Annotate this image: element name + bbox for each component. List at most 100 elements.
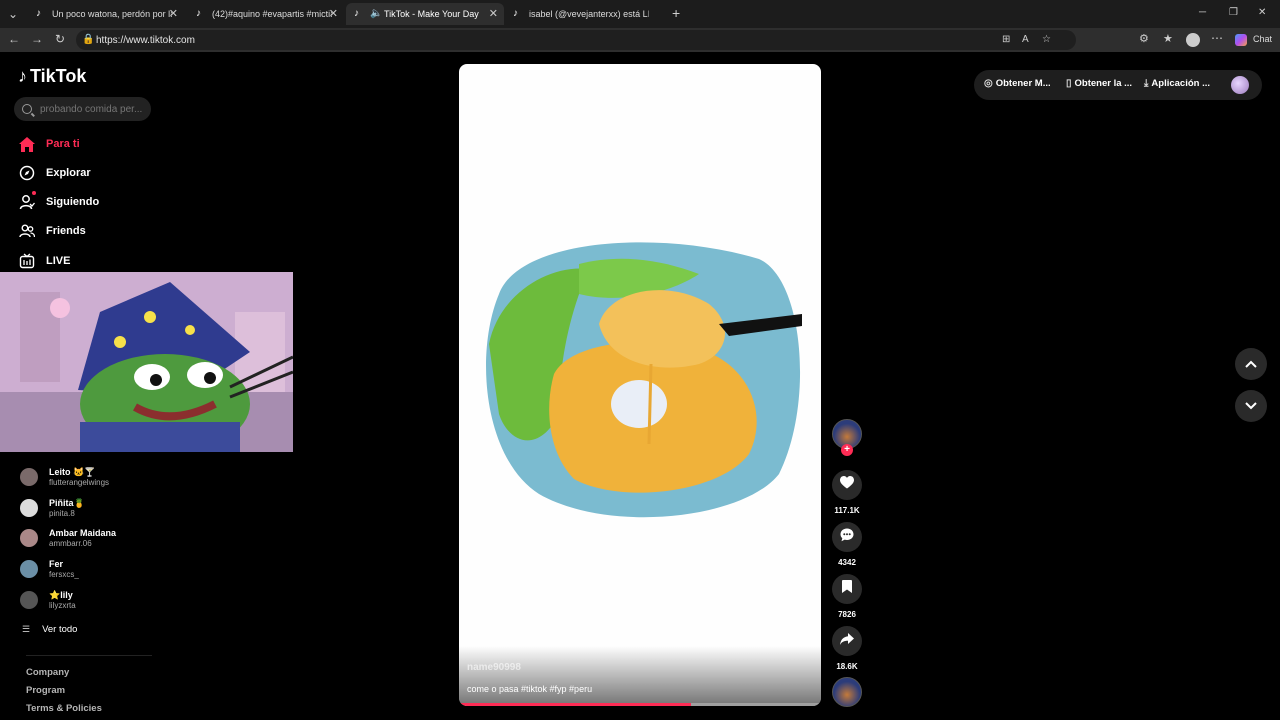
- minimize-icon[interactable]: ─: [1199, 7, 1206, 19]
- avatar: [20, 591, 38, 609]
- video-caption-shade: [459, 646, 821, 706]
- home-icon: [18, 135, 36, 153]
- share-button[interactable]: [832, 626, 862, 656]
- nav-explorar[interactable]: Explorar: [18, 163, 91, 183]
- copilot-icon[interactable]: [1235, 34, 1247, 46]
- account-name: Fer: [49, 558, 64, 569]
- like-count: 117.1K: [834, 506, 860, 515]
- following-account[interactable]: Ambar Maidana ammbarr.06: [20, 525, 116, 551]
- tiktok-icon: ♪: [354, 8, 359, 19]
- comment-count: 4342: [838, 558, 856, 567]
- nav-label: Siguiendo: [46, 196, 100, 208]
- music-disc[interactable]: [832, 677, 862, 707]
- footer-company-link[interactable]: Company: [26, 667, 69, 678]
- search-bar[interactable]: [14, 97, 151, 121]
- get-coins-label: Obtener M...: [995, 78, 1051, 89]
- close-icon[interactable]: ✕: [169, 7, 178, 20]
- compass-icon: [18, 164, 36, 182]
- comment-button[interactable]: [832, 522, 862, 552]
- following-icon: [18, 193, 36, 211]
- close-window-icon[interactable]: ✕: [1258, 7, 1266, 19]
- see-all-label: Ver todo: [42, 624, 78, 635]
- download-icon: ⤓: [1144, 78, 1149, 89]
- more-menu-icon[interactable]: ⋯: [1211, 32, 1223, 44]
- new-tab-icon[interactable]: +: [672, 6, 680, 20]
- next-video-button[interactable]: [1235, 390, 1267, 422]
- friends-icon: [18, 222, 36, 240]
- account-handle: flutterangelwings: [49, 477, 110, 487]
- chevron-up-icon: [1245, 355, 1257, 373]
- streamer-avatar-image: [0, 272, 293, 452]
- profile-avatar[interactable]: [1186, 33, 1200, 47]
- video-player[interactable]: name90998 come o pasa #tiktok #fyp #peru: [459, 64, 821, 706]
- forward-icon[interactable]: →: [31, 33, 43, 45]
- browser-tab-2[interactable]: ♪ (42)#aquino #evapartis #mictia00 ✕: [188, 3, 344, 25]
- tab-title: isabel (@vevejanterxx) está LIVE: T: [529, 9, 649, 19]
- account-handle: lilyzxrta: [49, 600, 76, 610]
- save-count: 7826: [838, 610, 856, 619]
- tiktok-icon: ♪: [196, 8, 201, 19]
- account-name: Leito 🐱🍸: [49, 466, 96, 477]
- get-app-button[interactable]: ▯ Obtener la ...: [1066, 78, 1132, 89]
- avatar: [20, 560, 38, 578]
- tab-list-icon[interactable]: ⌄: [8, 8, 18, 20]
- notification-dot: [32, 191, 36, 195]
- chat-button[interactable]: Chat: [1253, 34, 1272, 44]
- get-coins-button[interactable]: ◎ Obtener M...: [984, 78, 1051, 89]
- user-profile-avatar[interactable]: [1231, 76, 1249, 94]
- back-icon[interactable]: ←: [8, 33, 20, 45]
- follow-plus-button[interactable]: +: [841, 444, 853, 456]
- lock-icon[interactable]: 🔒: [82, 34, 94, 46]
- restore-icon[interactable]: ❐: [1229, 7, 1238, 19]
- favorite-star-icon[interactable]: ☆: [1042, 34, 1051, 46]
- url-text: https://www.tiktok.com: [96, 34, 195, 46]
- account-name: Piñita🍍: [49, 497, 85, 508]
- nav-friends[interactable]: Friends: [18, 221, 86, 241]
- following-account[interactable]: ⭐lily lilyzxrta: [20, 587, 76, 613]
- apps-icon[interactable]: ⊞: [1002, 34, 1010, 46]
- footer-program-link[interactable]: Program: [26, 685, 65, 696]
- refresh-icon[interactable]: ↻: [55, 33, 65, 45]
- live-icon: [18, 252, 36, 270]
- browser-tab-3[interactable]: ♪ 🔈 TikTok - Make Your Day ✕: [346, 3, 504, 25]
- nav-live[interactable]: LIVE: [18, 251, 70, 271]
- nav-label: Para ti: [46, 138, 80, 150]
- sidebar-divider: [26, 655, 152, 656]
- webcam-overlay: [0, 272, 293, 452]
- previous-video-button[interactable]: [1235, 348, 1267, 380]
- translate-icon[interactable]: A: [1022, 34, 1029, 46]
- see-all-button[interactable]: ☰ Ver todo: [22, 624, 77, 635]
- following-account[interactable]: Piñita🍍 pinita.8: [20, 495, 85, 521]
- tiktok-logo[interactable]: ♪ TikTok: [18, 66, 86, 87]
- share-icon: [840, 632, 854, 650]
- get-app-label: Obtener la ...: [1074, 78, 1133, 89]
- save-button[interactable]: [832, 574, 862, 604]
- nav-label: Explorar: [46, 167, 91, 179]
- following-account[interactable]: Leito 🐱🍸 flutterangelwings: [20, 464, 109, 490]
- nav-label: LIVE: [46, 255, 71, 267]
- browser-tab-1[interactable]: ♪ Un poco watona, perdón por las e ✕: [28, 3, 184, 25]
- video-progress-bar[interactable]: [459, 703, 821, 706]
- nav-siguiendo[interactable]: Siguiendo: [18, 191, 100, 212]
- close-icon[interactable]: ✕: [489, 7, 498, 20]
- video-author[interactable]: name90998: [467, 662, 521, 673]
- footer-terms-link[interactable]: Terms & Policies: [26, 703, 102, 714]
- search-input[interactable]: [40, 103, 150, 115]
- comment-icon: [840, 528, 854, 547]
- nav-para-ti[interactable]: Para ti: [18, 134, 80, 154]
- tiktok-icon: ♪: [36, 8, 41, 19]
- like-button[interactable]: [832, 470, 862, 500]
- logo-text: TikTok: [30, 66, 87, 86]
- avatar: [20, 468, 38, 486]
- favorites-icon[interactable]: ★: [1163, 33, 1173, 45]
- browser-tab-4[interactable]: ♪ isabel (@vevejanterxx) está LIVE: T: [505, 3, 667, 25]
- pc-app-button[interactable]: ⤓ Aplicación ...: [1144, 78, 1210, 89]
- close-icon[interactable]: ✕: [329, 7, 338, 20]
- list-icon: ☰: [22, 624, 31, 634]
- url-field[interactable]: 🔒 https://www.tiktok.com ⊞ A ☆: [76, 30, 1076, 50]
- top-actions-bar: ◎ Obtener M... ▯ Obtener la ... ⤓ Aplica…: [974, 70, 1262, 100]
- nav-label: Friends: [46, 225, 86, 237]
- following-account[interactable]: Fer fersxcs_: [20, 556, 79, 582]
- speaker-icon[interactable]: 🔈: [370, 9, 382, 19]
- extensions-icon[interactable]: ⚙: [1139, 33, 1149, 45]
